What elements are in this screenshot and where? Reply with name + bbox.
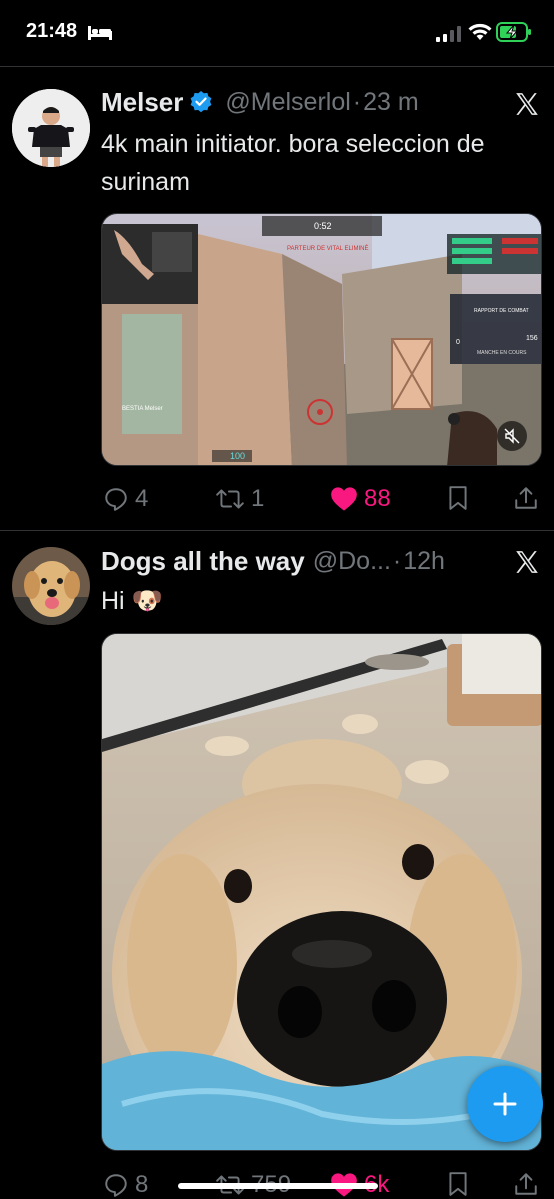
status-bar: 21:48 bbox=[0, 0, 554, 64]
mute-button[interactable] bbox=[497, 421, 527, 451]
compose-post-button[interactable] bbox=[467, 1066, 543, 1142]
avatar[interactable] bbox=[12, 547, 90, 625]
display-name[interactable]: Melser bbox=[101, 87, 183, 117]
battery-charging-icon bbox=[496, 22, 531, 42]
verified-badge-icon bbox=[190, 91, 212, 113]
share-button[interactable] bbox=[513, 485, 545, 511]
speaker-muted-icon bbox=[504, 428, 520, 444]
tweet-text: Hi 🐶 bbox=[101, 587, 163, 615]
hud-stat-a: 0 bbox=[456, 339, 460, 346]
plus-icon bbox=[493, 1092, 517, 1116]
reply-button[interactable]: 8 bbox=[103, 1171, 148, 1199]
tweet-photo[interactable] bbox=[101, 633, 542, 1151]
wifi-icon bbox=[468, 23, 492, 40]
display-name[interactable]: Dogs all the way bbox=[101, 546, 305, 576]
like-count: 88 bbox=[364, 485, 391, 512]
hud-health: 100 bbox=[230, 451, 245, 461]
bookmark-icon bbox=[449, 486, 467, 510]
hud-panel-sub: MANCHE EN COURS bbox=[477, 350, 527, 356]
tweet[interactable]: Melser @Melserlol · 23 m 4k main initiat… bbox=[0, 67, 554, 529]
share-icon bbox=[515, 487, 537, 509]
bookmark-button[interactable] bbox=[446, 485, 476, 511]
x-logo-icon[interactable] bbox=[514, 91, 540, 117]
status-time: 21:48 bbox=[26, 20, 78, 42]
like-button[interactable]: 88 bbox=[330, 485, 391, 513]
tweet-header: Melser @Melserlol · 23 m bbox=[101, 87, 504, 117]
repost-button[interactable]: 1 bbox=[215, 485, 264, 513]
timestamp[interactable]: 12h bbox=[403, 547, 445, 576]
avatar[interactable] bbox=[12, 89, 90, 167]
timestamp[interactable]: 23 m bbox=[363, 88, 419, 117]
bookmark-button[interactable] bbox=[446, 1171, 476, 1197]
tweet-actions: 4 1 88 bbox=[101, 485, 542, 515]
reply-button[interactable]: 4 bbox=[103, 485, 148, 513]
share-button[interactable] bbox=[513, 1171, 545, 1197]
share-icon bbox=[515, 1173, 537, 1195]
reply-count: 8 bbox=[135, 1171, 149, 1198]
repost-icon bbox=[216, 489, 244, 509]
game-video-frame: 0:52 PARTEUR DE VITAL ELIMINÉ RAPPORT DE… bbox=[102, 214, 541, 465]
heart-filled-icon bbox=[331, 487, 357, 511]
tweet-text: 4k main initiator. bora seleccion de sur… bbox=[101, 130, 485, 196]
hud-stat-b: 156 bbox=[526, 335, 538, 342]
tweet-header: Dogs all the way @Do... · 12h bbox=[101, 546, 504, 576]
avatar-puppy-image bbox=[12, 547, 90, 625]
handle[interactable]: @Do... bbox=[313, 547, 391, 576]
hud-panel-title: RAPPORT DE COMBAT bbox=[474, 308, 529, 314]
sleep-mode-icon bbox=[88, 26, 112, 40]
hud-banner: PARTEUR DE VITAL ELIMINÉ bbox=[287, 245, 368, 252]
x-logo-icon[interactable] bbox=[514, 549, 540, 575]
reply-icon bbox=[105, 1174, 127, 1197]
hud-player-name: BESTIA Melser bbox=[122, 406, 163, 412]
repost-count: 1 bbox=[251, 485, 265, 512]
separator: · bbox=[392, 546, 402, 575]
home-indicator[interactable] bbox=[178, 1183, 378, 1189]
handle[interactable]: @Melserlol bbox=[225, 88, 350, 117]
separator: · bbox=[352, 87, 362, 116]
bookmark-icon bbox=[449, 1172, 467, 1196]
avatar-person-image bbox=[12, 89, 90, 167]
reply-icon bbox=[105, 488, 127, 511]
puppy-photo bbox=[102, 634, 541, 1150]
cellular-signal-icon bbox=[436, 26, 461, 42]
reply-count: 4 bbox=[135, 485, 149, 512]
hud-timer: 0:52 bbox=[314, 221, 332, 231]
tweet-video[interactable]: 0:52 PARTEUR DE VITAL ELIMINÉ RAPPORT DE… bbox=[101, 213, 542, 466]
